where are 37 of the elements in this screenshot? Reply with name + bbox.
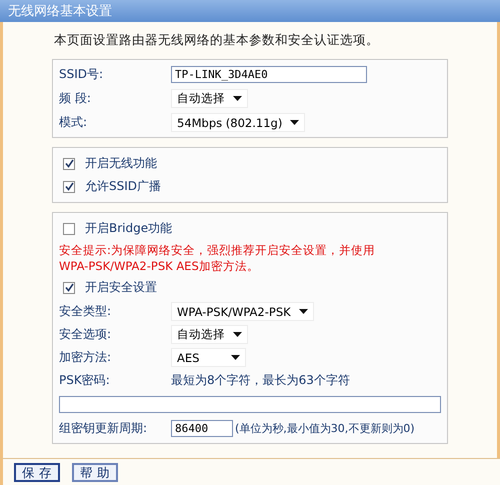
- field-label: 加密方法:: [59, 349, 112, 366]
- field-label: 模式:: [59, 114, 88, 131]
- hint-text: (单位为秒,最小值为30,不更新则为0): [235, 421, 415, 436]
- dropdown[interactable]: 自动选择: [171, 89, 248, 108]
- caret-icon: [231, 355, 240, 360]
- security-warning: WPA-PSK/WPA2-PSK AES加密方法。: [59, 258, 260, 274]
- field-label: 安全选项:: [59, 326, 112, 343]
- checkbox-label: 开启Bridge功能: [85, 220, 172, 237]
- action-button[interactable]: 保 存: [14, 462, 60, 482]
- field-label: SSID号:: [59, 66, 104, 83]
- field-label: 安全类型:: [59, 303, 112, 320]
- checkbox[interactable]: [63, 180, 75, 192]
- hint-text: 最短为8个字符，最长为63个字符: [171, 372, 350, 389]
- dropdown[interactable]: 自动选择: [171, 325, 248, 344]
- dropdown[interactable]: 54Mbps (802.11g): [171, 113, 306, 132]
- field-label: 组密钥更新周期:: [59, 420, 148, 437]
- field-label: PSK密码:: [59, 372, 111, 389]
- security-warning: 安全提示:为保障网络安全，强烈推荐开启安全设置，并使用: [59, 242, 376, 258]
- checkbox[interactable]: [63, 282, 75, 294]
- caret-icon: [290, 120, 300, 125]
- dropdown[interactable]: WPA-PSK/WPA2-PSK: [171, 302, 314, 321]
- checkbox[interactable]: [63, 222, 75, 234]
- field-label: 频 段:: [59, 90, 92, 107]
- window-title: 无线网络基本设置: [0, 0, 500, 22]
- checkbox-label: 开启安全设置: [85, 279, 157, 296]
- dropdown[interactable]: AES: [171, 348, 246, 367]
- period-field[interactable]: 86400: [171, 420, 233, 437]
- caret-icon: [298, 309, 308, 314]
- caret-icon: [233, 96, 242, 101]
- checkbox-label: 允许SSID广播: [85, 178, 162, 195]
- caret-icon: [233, 332, 242, 337]
- checkbox[interactable]: [63, 158, 75, 170]
- password-field[interactable]: [59, 396, 441, 413]
- ssid-field[interactable]: TP-LINK_3D4AE0: [171, 66, 367, 83]
- intro-text: 本页面设置路由器无线网络的基本参数和安全认证选项。: [54, 31, 380, 49]
- action-button[interactable]: 帮 助: [72, 462, 118, 482]
- checkbox-label: 开启无线功能: [85, 155, 157, 172]
